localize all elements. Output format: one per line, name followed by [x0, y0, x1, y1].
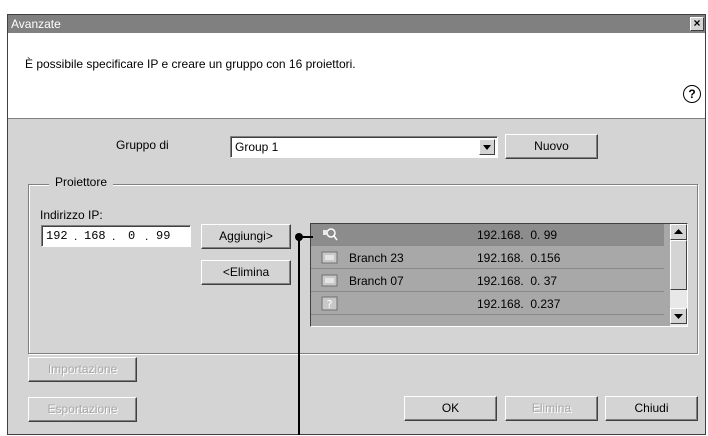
- group-select[interactable]: Group 1: [230, 136, 498, 158]
- add-button[interactable]: Aggiungi>: [201, 224, 291, 249]
- list-item[interactable]: Branch 07 192.168. 0. 37: [311, 270, 664, 292]
- list-item[interactable]: ? 192.168. 0.237: [311, 293, 664, 315]
- import-button[interactable]: Importazione: [28, 357, 137, 382]
- projector-name: Branch 23: [349, 251, 404, 265]
- projector-section-label: Proiettore: [49, 175, 114, 189]
- close-icon[interactable]: ×: [690, 17, 704, 31]
- list-scrollbar[interactable]: [670, 224, 687, 326]
- ip-octet-4: 99: [156, 229, 171, 243]
- svg-text:?: ?: [327, 298, 333, 311]
- projector-name: Branch 07: [349, 274, 404, 288]
- projector-icon: [321, 250, 339, 265]
- callout-line-vertical: [298, 237, 300, 435]
- ip-dot: .: [74, 229, 78, 243]
- ok-button[interactable]: OK: [404, 396, 497, 421]
- group-label: Gruppo di: [116, 138, 169, 152]
- callout-line-horizontal: [299, 236, 313, 238]
- export-button[interactable]: Esportazione: [28, 397, 137, 422]
- list-item[interactable]: 192.168. 0. 99: [311, 224, 664, 246]
- ip-octet-1: 192: [46, 229, 68, 243]
- ip-address-input[interactable]: 192 . 168 . 0 . 99: [41, 225, 191, 247]
- close-button[interactable]: Chiudi: [605, 396, 698, 421]
- advanced-dialog: Avanzate × È possibile specificare IP e …: [7, 14, 706, 435]
- title-bar: Avanzate ×: [8, 15, 705, 33]
- projector-ip: 192.168. 0. 99: [477, 228, 558, 242]
- scroll-down-icon[interactable]: [670, 308, 687, 324]
- description-text: È possibile specificare IP e creare un g…: [25, 57, 356, 71]
- ip-dot: .: [145, 229, 149, 243]
- help-icon[interactable]: ?: [683, 85, 701, 103]
- header-panel: È possibile specificare IP e creare un g…: [8, 33, 705, 119]
- projector-icon: [321, 273, 339, 288]
- scroll-thumb[interactable]: [670, 240, 687, 290]
- ip-octet-3: 0: [128, 229, 136, 243]
- unknown-projector-icon: ?: [321, 296, 339, 311]
- window-title: Avanzate: [11, 17, 61, 31]
- scroll-up-icon[interactable]: [670, 224, 687, 240]
- projector-list[interactable]: 192.168. 0. 99 Branch 23 192.168. 0.156 …: [310, 223, 688, 327]
- projector-ip: 192.168. 0. 37: [477, 274, 558, 288]
- projector-ip: 192.168. 0.156: [477, 251, 561, 265]
- search-projector-icon: [321, 227, 339, 242]
- delete-button[interactable]: Elimina: [505, 396, 598, 421]
- chevron-down-icon[interactable]: [479, 139, 495, 155]
- ip-dot: .: [112, 229, 116, 243]
- ip-label: Indirizzo IP:: [40, 208, 103, 222]
- list-item[interactable]: Branch 23 192.168. 0.156: [311, 247, 664, 269]
- group-select-value: Group 1: [235, 140, 279, 154]
- help-label: ?: [688, 87, 696, 101]
- remove-button[interactable]: <Elimina: [201, 260, 291, 285]
- ip-octet-2: 168: [84, 229, 106, 243]
- projector-ip: 192.168. 0.237: [477, 297, 561, 311]
- new-group-button[interactable]: Nuovo: [505, 134, 598, 159]
